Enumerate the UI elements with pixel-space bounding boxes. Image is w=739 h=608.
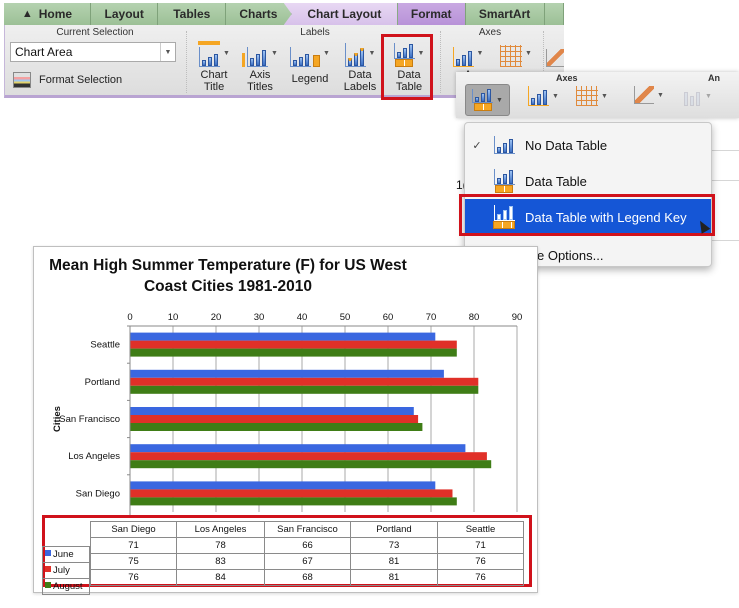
data-table-col-header: San Francisco [264,521,351,538]
data-table-row-label: July [42,561,90,579]
data-table-cell: 75 [90,553,177,570]
data-table-header-row: San Diego Los Angeles San Francisco Port… [90,521,524,538]
x-tick-label: 80 [469,312,480,323]
bar-august [130,423,423,431]
data-table-row: August 76 84 68 81 76 [42,569,524,595]
data-table-cell: 78 [176,537,265,554]
y-tick-label: Los Angeles [68,451,120,462]
bar-august [130,497,457,506]
x-tick-label: 90 [512,312,523,323]
bar-august [130,460,492,469]
data-table-col-header: Portland [350,521,438,538]
bar-july [130,415,419,423]
data-table-row: July 75 83 67 81 76 [42,553,524,579]
bar-august [130,348,457,357]
data-table-cell: 71 [437,537,524,554]
y-tick-label: Seattle [90,340,120,351]
x-tick-label: 60 [383,312,394,323]
chart-data-table[interactable]: San Diego Los Angeles San Francisco Port… [42,521,524,595]
data-table-row-label: August [42,577,90,595]
y-tick-label: San Diego [76,488,120,499]
data-table-cell: 83 [176,553,265,570]
x-tick-label: 70 [426,312,437,323]
data-table-col-header: Seattle [437,521,524,538]
y-tick-label: San Francisco [59,414,120,425]
y-tick-label: Portland [85,377,120,388]
bar-june [130,444,466,453]
data-table-cell: 81 [350,553,438,570]
data-table-cell: 68 [264,569,351,586]
data-table-cell: 73 [350,537,438,554]
data-table-cell: 76 [437,553,524,570]
bar-july [130,489,453,498]
legend-key-icon [45,581,51,588]
data-table-col-header: Los Angeles [176,521,265,538]
x-tick-label: 50 [340,312,351,323]
x-tick-label: 40 [297,312,308,323]
data-table-col-header: San Diego [90,521,177,538]
data-table-cell: 81 [350,569,438,586]
legend-key-icon [45,549,51,556]
data-table-cell: 76 [437,569,524,586]
x-tick-label: 10 [168,312,179,323]
series-name: July [53,564,70,576]
legend-key-icon [45,565,51,572]
bar-july [130,452,487,461]
data-table-row-label: June [42,545,90,563]
bar-june [130,369,444,378]
bar-june [130,332,436,341]
data-table-cell: 84 [176,569,265,586]
x-tick-label: 0 [127,312,132,323]
data-table-row: June 71 78 66 73 71 [42,537,524,563]
bar-august [130,385,479,394]
data-table-cell: 76 [90,569,177,586]
bar-july [130,377,479,386]
series-name: June [53,548,74,560]
x-tick-label: 30 [254,312,265,323]
y-axis-title: Cities [52,406,63,432]
x-tick-label: 20 [211,312,222,323]
series-name: August [53,580,83,592]
data-table-cell: 66 [264,537,351,554]
bar-july [130,340,457,349]
bar-june [130,481,436,490]
data-table-cell: 71 [90,537,177,554]
bar-june [130,407,414,415]
data-table-cell: 67 [264,553,351,570]
